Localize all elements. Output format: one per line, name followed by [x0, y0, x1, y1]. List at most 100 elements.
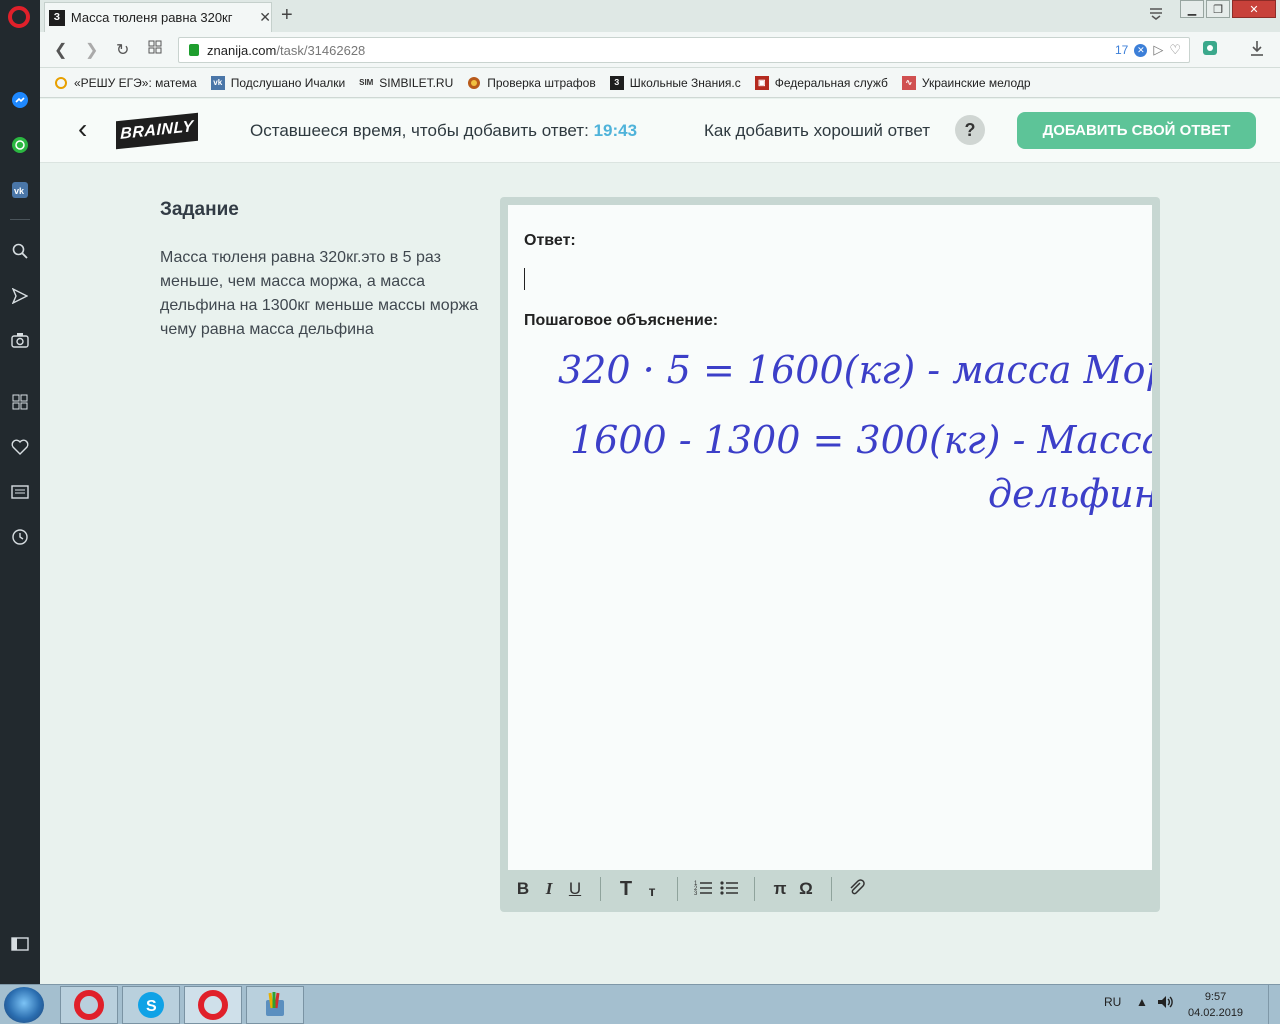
- adblock-icon[interactable]: ✕: [1134, 43, 1148, 57]
- help-icon[interactable]: ?: [955, 115, 985, 145]
- bookmarks-bar: «РЕШУ ЕГЭ»: матема vk Подслушано Ичалки …: [40, 68, 1280, 98]
- bookmark-heart-icon[interactable]: ♡: [1169, 42, 1181, 58]
- svg-text:S: S: [146, 998, 157, 1015]
- back-icon[interactable]: ❮: [54, 40, 67, 60]
- volume-icon[interactable]: [1156, 994, 1174, 1013]
- heart-icon[interactable]: [10, 437, 30, 457]
- explanation-label: Пошаговое объяснение:: [524, 312, 719, 329]
- clock-date: 04.02.2019: [1188, 1007, 1244, 1019]
- bullet-list-icon[interactable]: [716, 879, 742, 900]
- bookmark-item[interactable]: «РЕШУ ЕГЭ»: матема: [54, 76, 197, 90]
- brainly-logo[interactable]: BRAINLY: [116, 112, 198, 150]
- bookmark-label: Школьные Знания.c: [629, 75, 741, 90]
- attachment-icon[interactable]: [844, 878, 870, 900]
- tabs-grid-icon[interactable]: [148, 40, 162, 59]
- opera-menu-icon[interactable]: [8, 6, 30, 28]
- text-caret: [524, 268, 525, 290]
- skype-icon: S: [138, 992, 164, 1018]
- lock-icon: [189, 44, 199, 56]
- news-icon[interactable]: [10, 482, 30, 502]
- editor-toolbar: B I U T т 123 π Ω: [508, 870, 1152, 908]
- bookmark-item[interactable]: SIM SIMBILET.RU: [359, 76, 453, 90]
- taskbar-opera-2[interactable]: [184, 986, 242, 1024]
- timer-text: Оставшееся время, чтобы добавить ответ: …: [250, 121, 637, 141]
- handwriting-line-2: 1600 - 1300 = 300(кг) - Масса: [570, 418, 1152, 462]
- taskbar-opera-1[interactable]: [60, 986, 118, 1024]
- bookmark-label: Федеральная служб: [774, 75, 888, 90]
- speed-dial-icon[interactable]: [10, 392, 30, 412]
- toolbar-divider: [754, 877, 755, 901]
- show-desktop-button[interactable]: [1268, 985, 1280, 1024]
- url-domain: znanija.com: [207, 42, 277, 58]
- answer-label: Ответ:: [524, 232, 576, 249]
- ordered-list-icon[interactable]: 123: [690, 879, 716, 900]
- tab-active[interactable]: З Масса тюленя равна 320кг ✕: [44, 2, 272, 32]
- howto-link[interactable]: Как добавить хороший ответ: [704, 121, 930, 141]
- close-window-icon[interactable]: ✕: [1232, 0, 1276, 18]
- editor-text-area[interactable]: Ответ: Пошаговое объяснение: 320 · 5 = 1…: [508, 205, 1152, 870]
- snap-icon[interactable]: ▷: [1153, 42, 1163, 58]
- opera-sidebar: vk: [0, 0, 40, 984]
- vk-icon[interactable]: vk: [10, 180, 30, 200]
- window-controls: ▁ ❐ ✕: [1180, 0, 1276, 18]
- bookmark-item[interactable]: ▣ Федеральная служб: [754, 75, 888, 90]
- language-indicator[interactable]: RU: [1104, 995, 1121, 1009]
- taskbar-skype[interactable]: S: [122, 986, 180, 1024]
- heading-small-button[interactable]: т: [639, 879, 665, 899]
- start-button[interactable]: [4, 987, 44, 1023]
- restore-icon[interactable]: ❐: [1206, 0, 1230, 18]
- taskbar-clock[interactable]: 9:57 04.02.2019: [1188, 989, 1243, 1021]
- opera-icon: [74, 990, 104, 1020]
- pi-symbol-button[interactable]: π: [767, 879, 793, 899]
- tab-bar: З Масса тюленя равна 320кг ✕ + ▁ ❐ ✕: [40, 0, 1280, 32]
- close-tab-icon[interactable]: ✕: [259, 9, 271, 26]
- messenger-icon[interactable]: [10, 90, 30, 110]
- fns-icon: ▣: [754, 75, 769, 90]
- italic-button[interactable]: I: [536, 879, 562, 899]
- camera-icon[interactable]: [10, 330, 30, 350]
- add-answer-button[interactable]: ДОБАВИТЬ СВОЙ ОТВЕТ: [1017, 112, 1256, 149]
- bookmark-label: Подслушано Ичалки: [230, 75, 346, 90]
- tab-menu-icon[interactable]: [1148, 6, 1164, 23]
- search-icon[interactable]: [10, 241, 30, 261]
- bold-button[interactable]: B: [510, 879, 536, 899]
- adblock-count: 17: [1114, 43, 1129, 57]
- vk-icon: vk: [210, 75, 225, 90]
- toolbar-divider: [600, 877, 601, 901]
- sim-icon: SIM: [359, 78, 374, 87]
- chart-icon: ∿: [901, 75, 916, 90]
- opera-icon: [198, 990, 228, 1020]
- bookmark-item[interactable]: ∿ Украинские мелодр: [901, 75, 1031, 90]
- bookmark-label: SIMBILET.RU: [379, 75, 454, 90]
- new-tab-icon[interactable]: +: [281, 4, 293, 27]
- bookmark-item[interactable]: З Школьные Знания.c: [609, 75, 741, 90]
- handwriting-line-3: дельфина: [988, 472, 1152, 516]
- forward-icon[interactable]: ❯: [85, 40, 98, 60]
- history-icon[interactable]: [10, 527, 30, 547]
- tray-up-arrow-icon[interactable]: ▲: [1136, 995, 1148, 1009]
- send-icon[interactable]: [10, 286, 30, 306]
- minimize-icon[interactable]: ▁: [1180, 0, 1204, 18]
- svg-text:3: 3: [694, 891, 698, 895]
- znanija-favicon-icon: З: [49, 9, 65, 26]
- address-field[interactable]: znanija.com /task/31462628 17 ✕ ▷ ♡: [178, 37, 1190, 63]
- bookmark-label: Украинские мелодр: [921, 75, 1031, 90]
- vpn-extension-icon[interactable]: [1202, 40, 1218, 60]
- whatsapp-icon[interactable]: [10, 135, 30, 155]
- bookmark-item[interactable]: Проверка штрафов: [467, 76, 596, 90]
- heading-large-button[interactable]: T: [613, 878, 639, 901]
- url-actions: 17 ✕ ▷ ♡: [1115, 42, 1181, 58]
- back-arrow-icon[interactable]: ‹: [78, 113, 87, 145]
- bookmark-item[interactable]: vk Подслушано Ичалки: [210, 75, 346, 90]
- svg-text:vk: vk: [14, 186, 25, 196]
- special-chars-button[interactable]: Ω: [793, 879, 819, 899]
- taskbar-paint[interactable]: [246, 986, 304, 1024]
- clock-time: 9:57: [1204, 991, 1227, 1003]
- windows-taskbar: S RU ▲ 9:57 04.02.2019: [0, 984, 1280, 1024]
- sidebar-toggle-icon[interactable]: [10, 934, 30, 954]
- download-icon[interactable]: [1250, 40, 1264, 60]
- underline-button[interactable]: U: [562, 879, 588, 899]
- toolbar-divider: [677, 877, 678, 901]
- paint-icon: [266, 992, 284, 1016]
- reload-icon[interactable]: ↻: [116, 40, 129, 60]
